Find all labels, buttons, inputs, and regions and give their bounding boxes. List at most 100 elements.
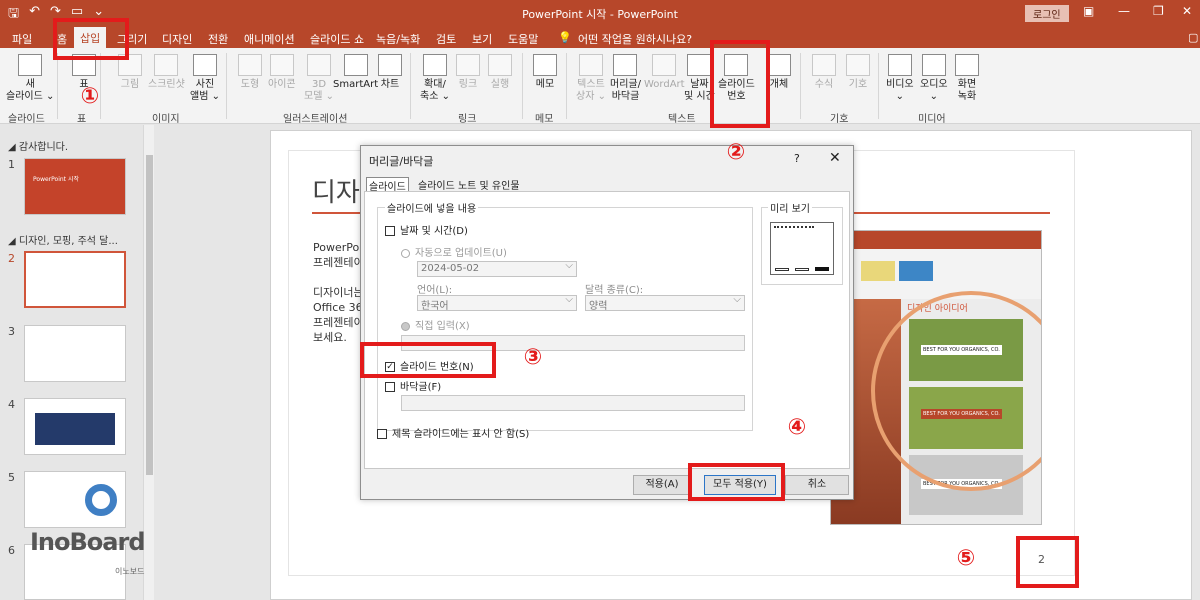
restore-icon[interactable]: ❐ bbox=[1153, 4, 1164, 18]
title-bar: 🖫 ↶ ↷ ▭ ⌄ PowerPoint 시작 - PowerPoint 로그인… bbox=[0, 0, 1200, 27]
undo-icon[interactable]: ↶ bbox=[29, 4, 40, 26]
screenshot-theme bbox=[861, 261, 895, 281]
chart-button[interactable]: 차트 bbox=[378, 54, 402, 91]
comment-button[interactable]: 메모 bbox=[533, 54, 557, 91]
tab-transitions[interactable]: 전환 bbox=[208, 31, 228, 47]
tab-review[interactable]: 검토 bbox=[436, 31, 456, 47]
highlight-box-insert-tab bbox=[53, 18, 129, 60]
tab-view[interactable]: 보기 bbox=[472, 31, 492, 47]
slide-number-label: 1 bbox=[8, 158, 15, 171]
comments-icon[interactable]: ▢ bbox=[1188, 31, 1198, 44]
step-marker-3: ③ bbox=[523, 345, 543, 370]
slide-number-label: 4 bbox=[8, 398, 15, 411]
slide-thumbnail-3[interactable] bbox=[24, 325, 126, 382]
comment-icon bbox=[533, 54, 557, 76]
chart-icon bbox=[378, 54, 402, 76]
zoom-button[interactable]: 확대/축소 ⌄ bbox=[420, 54, 450, 103]
video-button[interactable]: 비디오 ⌄ bbox=[886, 54, 914, 103]
close-icon[interactable]: ✕ bbox=[829, 150, 841, 166]
tab-animations[interactable]: 애니메이션 bbox=[244, 31, 295, 47]
slide-thumbnail-1[interactable]: PowerPoint 시작 bbox=[24, 158, 126, 215]
tab-slide[interactable]: 슬라이드 bbox=[366, 177, 409, 193]
link-button[interactable]: 링크 bbox=[456, 54, 480, 91]
login-button[interactable]: 로그인 bbox=[1025, 5, 1069, 22]
cube-icon bbox=[306, 54, 331, 76]
date-time-checkbox[interactable]: 날짜 및 시간(D) bbox=[385, 222, 468, 237]
date-format-select[interactable]: 2024-05-02 bbox=[417, 260, 577, 277]
photo-album-button[interactable]: 사진 앨범 ⌄ bbox=[190, 54, 220, 103]
minimize-icon[interactable]: — bbox=[1118, 4, 1130, 18]
equation-button[interactable]: 수식 bbox=[812, 54, 836, 91]
separator bbox=[57, 53, 58, 119]
3d-models-button[interactable]: 3D 모델 ⌄ bbox=[304, 54, 334, 103]
dont-show-title-checkbox[interactable]: 제목 슬라이드에는 표시 안 함(S) bbox=[377, 425, 529, 440]
new-slide-icon bbox=[18, 54, 43, 76]
tab-file[interactable]: 파일 bbox=[12, 31, 32, 47]
apply-button[interactable]: 적용(A) bbox=[633, 475, 691, 495]
wordart-button[interactable]: WordArt bbox=[644, 54, 685, 91]
calendar-select[interactable]: 양력 bbox=[585, 294, 745, 312]
action-button[interactable]: 실행 bbox=[488, 54, 512, 91]
new-slide-button[interactable]: 새 슬라이드 ⌄ bbox=[6, 54, 54, 103]
section-header-2[interactable]: ◢ 디자인, 모핑, 주석 달... bbox=[8, 232, 118, 247]
include-on-slide-legend: 슬라이드에 넣을 내용 bbox=[385, 200, 479, 215]
screen-recording-button[interactable]: 화면 녹화 bbox=[955, 54, 979, 103]
tell-me-search[interactable]: 어떤 작업을 원하시나요? bbox=[578, 31, 692, 47]
slide-title[interactable]: 디자 bbox=[312, 172, 360, 209]
tab-record[interactable]: 녹음/녹화 bbox=[376, 31, 420, 47]
scrollbar-thumb[interactable] bbox=[146, 155, 153, 475]
preview-legend: 미리 보기 bbox=[768, 200, 812, 215]
tab-design[interactable]: 디자인 bbox=[162, 31, 192, 47]
slide-thumbnail-5[interactable] bbox=[24, 471, 126, 528]
cancel-button[interactable]: 취소 bbox=[785, 475, 849, 495]
slide-thumbnail-2[interactable] bbox=[24, 251, 126, 308]
screenshot-button[interactable]: 스크린샷 bbox=[148, 54, 185, 91]
smartart-button[interactable]: SmartArt bbox=[333, 54, 378, 91]
slide-number-label: 3 bbox=[8, 325, 15, 338]
auto-update-radio[interactable]: 자동으로 업데이트(U) bbox=[401, 244, 507, 259]
audio-button[interactable]: 오디오 ⌄ bbox=[920, 54, 948, 103]
help-button[interactable]: ? bbox=[794, 152, 800, 165]
object-button[interactable]: 개체 bbox=[767, 54, 791, 91]
icons-icon bbox=[269, 54, 294, 76]
footer-input[interactable] bbox=[401, 395, 745, 411]
wordart-icon bbox=[652, 54, 677, 76]
section-header-1[interactable]: ◢ 감사합니다. bbox=[8, 138, 68, 153]
body-line: 디자이너는 bbox=[313, 286, 364, 299]
window-title: PowerPoint 시작 - PowerPoint bbox=[522, 8, 678, 21]
close-icon[interactable]: ✕ bbox=[1182, 4, 1192, 18]
symbol-button[interactable]: 기호 bbox=[846, 54, 870, 91]
shapes-button[interactable]: 도형 bbox=[238, 54, 262, 91]
preview-date-placeholder bbox=[775, 268, 789, 271]
tab-help[interactable]: 도움말 bbox=[508, 31, 538, 47]
thumbnail-donut bbox=[85, 484, 117, 516]
slide-number-label: 2 bbox=[8, 252, 15, 265]
slide-thumbnail-title: PowerPoint 시작 bbox=[33, 176, 79, 183]
screenshot-ribbon bbox=[831, 249, 1041, 299]
radio-circle bbox=[401, 248, 410, 258]
inoboard-logo-sub: 이노보드 bbox=[115, 567, 145, 576]
step-marker-1: ① bbox=[80, 84, 100, 109]
screenshot-titlebar bbox=[831, 231, 1041, 249]
designer-screenshot-image[interactable]: 디자인 아이디어 BEST FOR YOU ORGANICS, CO. BEST… bbox=[830, 230, 1042, 525]
footer-checkbox[interactable]: 바닥글(F) bbox=[385, 378, 441, 393]
language-select[interactable]: 한국어 bbox=[417, 294, 577, 312]
body-line: PowerPoi bbox=[313, 241, 363, 254]
group-label-images: 이미지 bbox=[152, 114, 180, 125]
separator bbox=[522, 53, 523, 119]
object-icon bbox=[767, 54, 791, 76]
ribbon-display-icon[interactable]: ▣ bbox=[1083, 4, 1094, 18]
save-icon[interactable]: 🖫 bbox=[8, 4, 19, 26]
header-footer-button[interactable]: 머리글/바닥글 bbox=[610, 54, 641, 103]
slides-scrollbar[interactable] bbox=[143, 125, 154, 600]
textbox-button[interactable]: 텍스트 상자 ⌄ bbox=[576, 54, 606, 103]
zoom-icon bbox=[422, 54, 447, 76]
fixed-radio[interactable]: 직접 입력(X) bbox=[401, 317, 470, 332]
icons-button[interactable]: 아이콘 bbox=[268, 54, 296, 91]
step-marker-4: ④ bbox=[787, 415, 807, 440]
tab-notes-handouts[interactable]: 슬라이드 노트 및 유인물 bbox=[416, 177, 522, 192]
group-label-illustrations: 일러스트레이션 bbox=[283, 114, 348, 125]
slide-thumbnail-4[interactable] bbox=[24, 398, 126, 455]
tab-slideshow[interactable]: 슬라이드 쇼 bbox=[310, 31, 364, 47]
ribbon: 새 슬라이드 ⌄ 표 그림 스크린샷 사진 앨범 ⌄ 도형 아이콘 3D 모델 ⌄ S… bbox=[0, 48, 1200, 125]
